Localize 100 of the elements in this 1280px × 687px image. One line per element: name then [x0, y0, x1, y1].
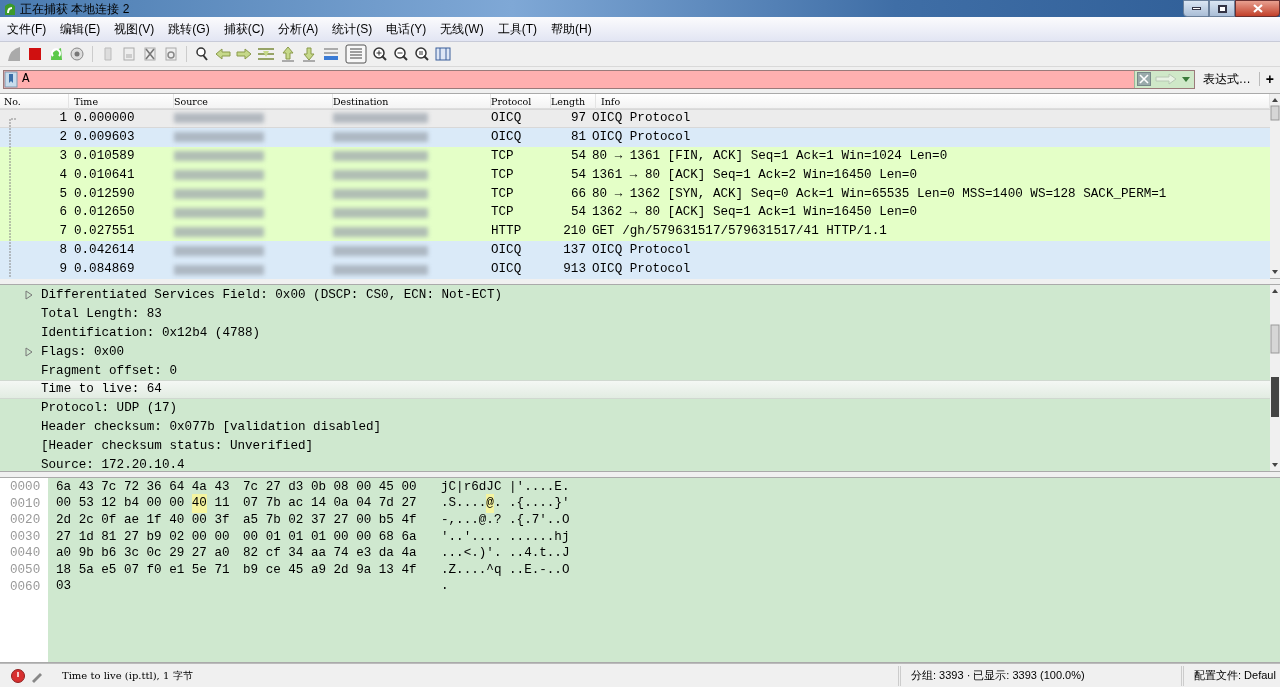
hex-byte[interactable]: 27: [56, 527, 72, 547]
search-icon[interactable]: [194, 46, 210, 62]
scrollbar[interactable]: [1270, 285, 1280, 471]
menu-item[interactable]: 工具(T): [491, 20, 543, 38]
menu-item[interactable]: 文件(F): [1, 20, 53, 38]
menu-item[interactable]: 电话(Y): [380, 20, 433, 38]
hex-byte[interactable]: 43: [214, 477, 230, 497]
detail-row[interactable]: Protocol: UDP (17): [0, 399, 1270, 419]
hex-byte[interactable]: 00: [356, 477, 372, 497]
hex-byte[interactable]: 0a: [333, 494, 349, 514]
detail-row[interactable]: Source: 172.20.10.4: [0, 456, 1270, 475]
hex-byte[interactable]: 27: [333, 511, 349, 530]
hex-byte[interactable]: 01: [310, 527, 326, 547]
hex-byte[interactable]: 3f: [214, 511, 230, 530]
menu-item[interactable]: 捕获(C): [217, 20, 271, 38]
profile-text[interactable]: 配置文件: Defaul: [1184, 667, 1280, 684]
hex-byte[interactable]: ae: [123, 511, 139, 530]
detail-row[interactable]: Total Length: 83: [0, 304, 1270, 324]
last-packet-icon[interactable]: [301, 46, 317, 62]
hex-byte[interactable]: 04: [356, 494, 372, 514]
hex-byte[interactable]: 6a: [401, 527, 417, 547]
detail-row[interactable]: [Header checksum status: Unverified]: [0, 437, 1270, 456]
zoom-reset-icon[interactable]: [414, 46, 430, 62]
maximize-button[interactable]: [1209, 0, 1235, 17]
expand-triangle-icon[interactable]: [25, 290, 33, 301]
detail-row[interactable]: Header checksum: 0x077b [validation disabled]: [0, 418, 1270, 438]
dropdown-caret-icon[interactable]: [1180, 75, 1191, 83]
menu-item[interactable]: 统计(S): [326, 20, 379, 38]
error-status-icon[interactable]: [10, 667, 26, 684]
hex-byte[interactable]: 11: [214, 494, 230, 514]
clear-icon[interactable]: [1136, 72, 1151, 86]
restart-icon[interactable]: [48, 46, 64, 62]
hex-byte[interactable]: 00: [243, 527, 259, 547]
packet-row[interactable]: 1 0.000000 OICQ 97 OICQ Protocol: [0, 109, 1270, 128]
hex-byte[interactable]: 1f: [146, 511, 162, 530]
expand-triangle-icon[interactable]: [25, 347, 33, 358]
autoscroll-icon[interactable]: [322, 46, 340, 62]
hex-byte[interactable]: b4: [123, 494, 139, 514]
hex-byte[interactable]: 08: [333, 477, 349, 497]
expression-button[interactable]: 表达式…: [1198, 70, 1255, 88]
hex-byte[interactable]: 01: [288, 527, 304, 547]
hex-byte[interactable]: 7c: [243, 477, 259, 497]
column-header[interactable]: Length: [551, 93, 596, 109]
hex-byte[interactable]: 72: [123, 477, 139, 497]
bookmark-icon[interactable]: [4, 70, 18, 88]
close-button[interactable]: [1235, 0, 1280, 17]
hex-byte[interactable]: 37: [310, 511, 326, 530]
zoom-out-icon[interactable]: [393, 46, 409, 62]
hex-byte[interactable]: 64: [169, 477, 185, 497]
menu-item[interactable]: 无线(W): [434, 20, 490, 38]
hex-byte[interactable]: 2d: [56, 511, 72, 530]
hex-byte[interactable]: 00: [56, 494, 72, 514]
file-close-icon[interactable]: [142, 46, 158, 62]
hex-byte[interactable]: d3: [288, 477, 304, 497]
shark-fin-icon[interactable]: [6, 46, 22, 62]
menu-item[interactable]: 编辑(E): [54, 20, 107, 38]
hex-byte[interactable]: 6a: [56, 477, 72, 497]
menu-item[interactable]: 视图(V): [108, 20, 161, 38]
packet-row[interactable]: 8 0.042614 OICQ 137 OICQ Protocol: [0, 241, 1270, 261]
column-header[interactable]: No.: [0, 93, 69, 109]
first-packet-icon[interactable]: [280, 46, 296, 62]
hex-byte[interactable]: 00: [214, 527, 230, 547]
detail-row[interactable]: Identification: 0x12b4 (4788): [0, 323, 1270, 343]
hex-byte[interactable]: 02: [169, 527, 185, 547]
hex-byte[interactable]: 00: [401, 477, 417, 497]
packet-row[interactable]: 6 0.012650 TCP 54 1362 → 80 [ACK] Seq=1 Ack=1 Win=16450 Len=0: [0, 203, 1270, 223]
detail-row[interactable]: Differentiated Services Field: 0x00 (DSCP: CS0, ECN: Not-ECT): [0, 286, 1270, 305]
back-arrow-icon[interactable]: [215, 46, 231, 62]
hex-byte[interactable]: a5: [243, 511, 259, 530]
hex-byte[interactable]: 53: [78, 494, 94, 514]
hex-byte[interactable]: 7b: [265, 494, 281, 514]
hex-byte[interactable]: 1d: [78, 527, 94, 547]
menu-item[interactable]: 跳转(G): [162, 20, 216, 38]
menu-item[interactable]: 分析(A): [272, 20, 325, 38]
menu-item[interactable]: 帮助(H): [545, 20, 598, 38]
hex-byte[interactable]: 01: [265, 527, 281, 547]
packet-row[interactable]: 9 0.084869 OICQ 913 OICQ Protocol: [0, 260, 1270, 279]
hex-byte[interactable]: 07: [243, 494, 259, 514]
hex-byte[interactable]: 14: [310, 494, 326, 514]
hex-byte[interactable]: 43: [78, 477, 94, 497]
detail-row[interactable]: Flags: 0x00: [0, 342, 1270, 362]
hex-byte[interactable]: 00: [146, 494, 162, 514]
hex-byte[interactable]: 36: [146, 477, 162, 497]
scrollbar[interactable]: [1270, 94, 1280, 278]
hex-byte[interactable]: 0b: [310, 477, 326, 497]
resize-columns-icon[interactable]: [435, 46, 451, 62]
hex-byte[interactable]: 4f: [401, 511, 417, 530]
hex-byte[interactable]: 2c: [78, 511, 94, 530]
hex-byte[interactable]: 00: [356, 527, 372, 547]
hex-byte[interactable]: 81: [101, 527, 117, 547]
packet-row[interactable]: 7 0.027551 HTTP 210 GET /gh/579631517/579631517/41 HTTP/1.1: [0, 222, 1270, 242]
stop-icon[interactable]: [27, 46, 43, 62]
hex-byte[interactable]: 0f: [101, 511, 117, 530]
hex-byte[interactable]: 00: [191, 527, 207, 547]
column-header[interactable]: Time: [69, 93, 174, 109]
hex-byte[interactable]: 00: [333, 527, 349, 547]
detail-row[interactable]: Fragment offset: 0: [0, 361, 1270, 381]
zoom-in-icon[interactable]: [372, 46, 388, 62]
go-to-packet-icon[interactable]: [257, 46, 275, 62]
hex-byte[interactable]: 00: [356, 511, 372, 530]
